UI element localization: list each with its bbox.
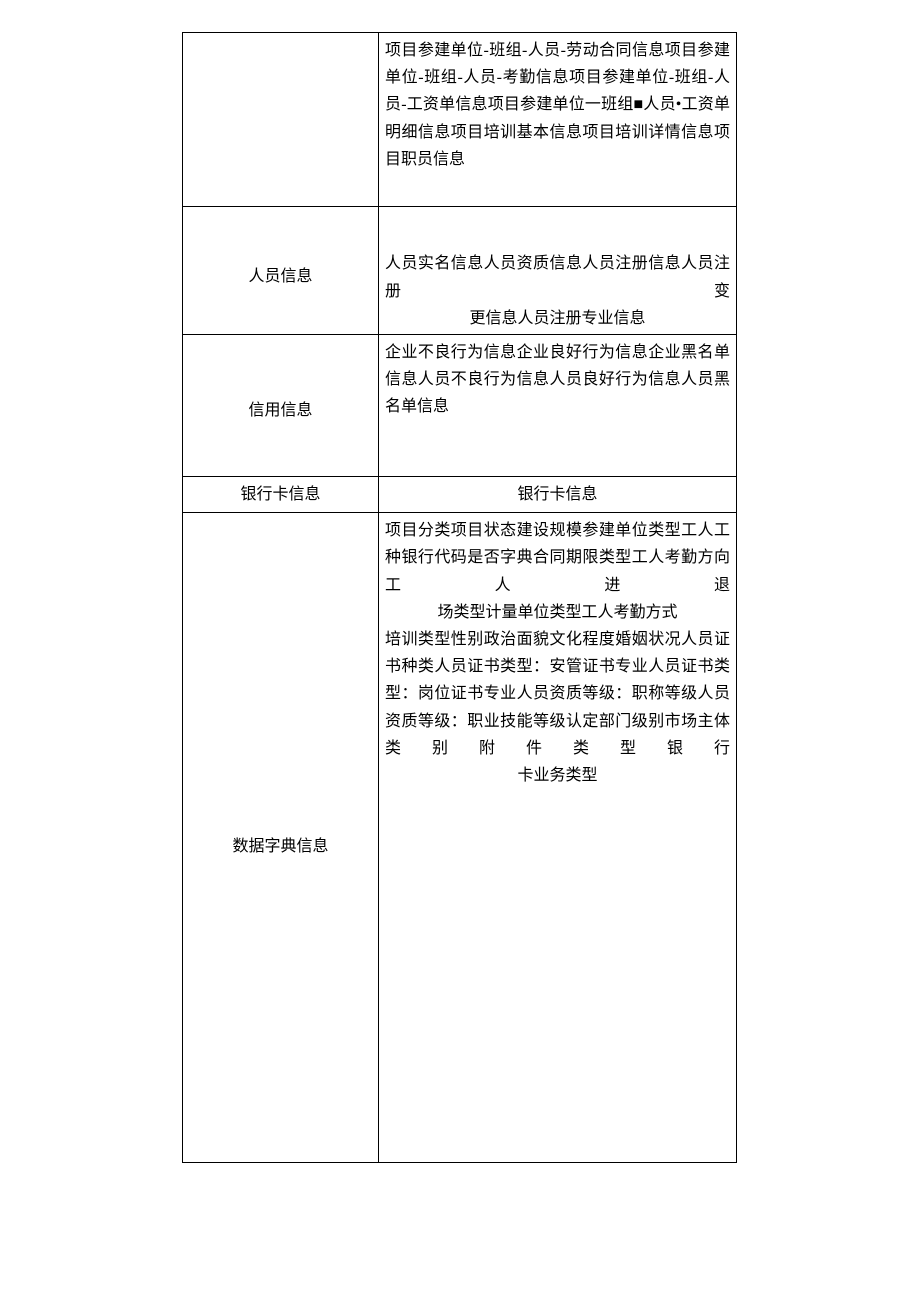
content-text: 更信息人员注册专业信息 (385, 305, 730, 332)
category-cell: 数据字典信息 (183, 513, 379, 1163)
table-row: 信用信息 企业不良行为信息企业良好行为信息企业黑名单信息人员不良行为信息人员良好… (183, 335, 737, 477)
table-row: 人员信息 人员实名信息人员资质信息人员注册信息人员注册变 更信息人员注册专业信息 (183, 207, 737, 335)
table-row: 银行卡信息 银行卡信息 (183, 477, 737, 513)
category-label: 数据字典信息 (183, 833, 378, 860)
table-row: 数据字典信息 项目分类项目状态建设规模参建单位类型工人工种银行代码是否字典合同期… (183, 513, 737, 1163)
info-table: 项目参建单位-班组-人员-劳动合同信息项目参建单位-班组-人员-考勤信息项目参建… (182, 32, 737, 1163)
content-cell: 银行卡信息 (379, 477, 737, 513)
category-label: 信用信息 (183, 397, 378, 424)
data-table: 项目参建单位-班组-人员-劳动合同信息项目参建单位-班组-人员-考勤信息项目参建… (182, 32, 736, 1163)
content-text: 培训类型性别政治面貌文化程度婚姻状况人员证书种类人员证书类型：安管证书专业人员证… (385, 626, 730, 762)
category-cell: 银行卡信息 (183, 477, 379, 513)
content-text: 场类型计量单位类型工人考勤方式 (385, 599, 730, 626)
category-cell: 人员信息 (183, 207, 379, 335)
category-cell: 信用信息 (183, 335, 379, 477)
table-row: 项目参建单位-班组-人员-劳动合同信息项目参建单位-班组-人员-考勤信息项目参建… (183, 33, 737, 207)
content-text: 卡业务类型 (385, 762, 730, 789)
content-text: 银行卡信息 (379, 477, 736, 512)
category-label: 人员信息 (183, 263, 378, 290)
content-cell: 项目参建单位-班组-人员-劳动合同信息项目参建单位-班组-人员-考勤信息项目参建… (379, 33, 737, 207)
category-cell (183, 33, 379, 207)
content-text: 企业不良行为信息企业良好行为信息企业黑名单信息人员不良行为信息人员良好行为信息人… (379, 335, 736, 425)
content-cell: 人员实名信息人员资质信息人员注册信息人员注册变 更信息人员注册专业信息 (379, 207, 737, 335)
content-cell: 企业不良行为信息企业良好行为信息企业黑名单信息人员不良行为信息人员良好行为信息人… (379, 335, 737, 477)
content-text: 人员实名信息人员资质信息人员注册信息人员注册变 (385, 250, 730, 304)
content-cell: 项目分类项目状态建设规模参建单位类型工人工种银行代码是否字典合同期限类型工人考勤… (379, 513, 737, 1163)
content-text: 项目参建单位-班组-人员-劳动合同信息项目参建单位-班组-人员-考勤信息项目参建… (379, 33, 736, 177)
content-text: 项目分类项目状态建设规模参建单位类型工人工种银行代码是否字典合同期限类型工人考勤… (385, 517, 730, 599)
category-label: 银行卡信息 (183, 481, 378, 508)
